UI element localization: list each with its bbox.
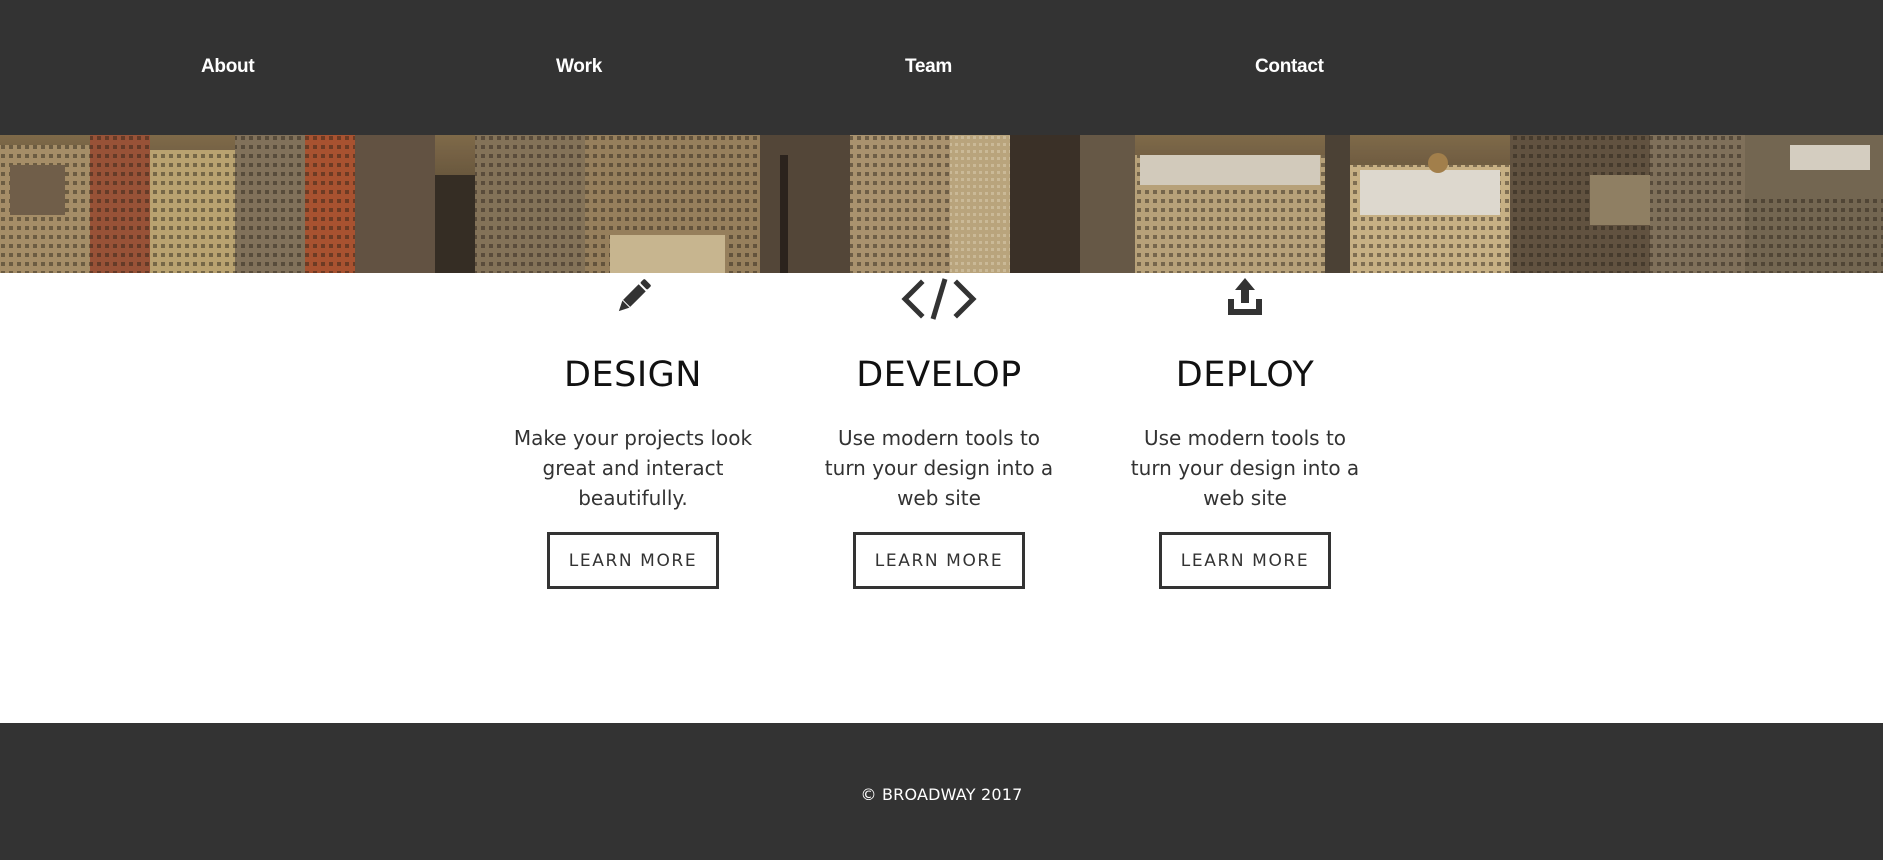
nav-link-contact[interactable]: Contact [1255,56,1324,78]
footer: © BROADWAY 2017 [0,723,1883,860]
city-skyline-image [0,135,1883,273]
learn-more-button[interactable]: LEARN MORE [1159,532,1331,589]
service-title: DESIGN [564,355,702,395]
learn-more-button[interactable]: LEARN MORE [547,532,719,589]
copyright-text: © BROADWAY 2017 [860,785,1023,804]
service-description: Use modern tools to turn your design int… [1130,426,1360,510]
service-description: Use modern tools to turn your design int… [824,426,1054,510]
pencil-icon [618,279,651,312]
upload-icon [1228,278,1262,315]
service-title: DEPLOY [1175,355,1315,395]
nav-link-work[interactable]: Work [556,56,602,78]
nav-link-about[interactable]: About [201,56,255,78]
nav-link-team[interactable]: Team [905,56,952,78]
service-description: Make your projects look great and intera… [513,426,753,510]
top-nav: About Work Team Contact [0,0,1883,135]
services-section: DESIGN Make your projects look great and… [0,273,1883,723]
code-icon [901,278,977,320]
page: About Work Team Contact DESIGN Make your… [0,0,1883,860]
service-title: DEVELOP [856,355,1022,395]
learn-more-button[interactable]: LEARN MORE [853,532,1025,589]
hero-city-image [0,135,1883,273]
